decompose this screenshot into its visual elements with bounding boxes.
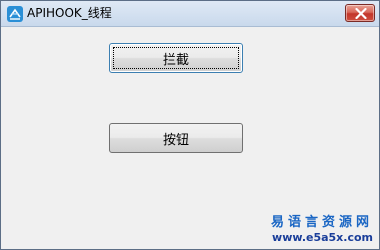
site-watermark: 易语言资源网 www.e5a5x.com [263, 211, 379, 247]
intercept-button[interactable]: 拦截 [109, 43, 243, 73]
window-title: APIHOOK_线程 [27, 6, 112, 20]
app-logo-icon[interactable] [6, 5, 24, 23]
intercept-button-label: 拦截 [162, 52, 189, 68]
generic-button[interactable]: 按钮 [109, 123, 243, 153]
close-icon [355, 8, 367, 19]
watermark-brand: 易语言资源网 [270, 215, 373, 230]
generic-button-label: 按钮 [162, 132, 189, 148]
close-button[interactable] [345, 4, 375, 22]
watermark-url: www.e5a5x.com [272, 231, 373, 244]
app-window: APIHOOK_线程 拦截 按钮 易语言资源网 www.e5a5x.com [0, 0, 380, 250]
title-bar[interactable]: APIHOOK_线程 [1, 1, 379, 27]
